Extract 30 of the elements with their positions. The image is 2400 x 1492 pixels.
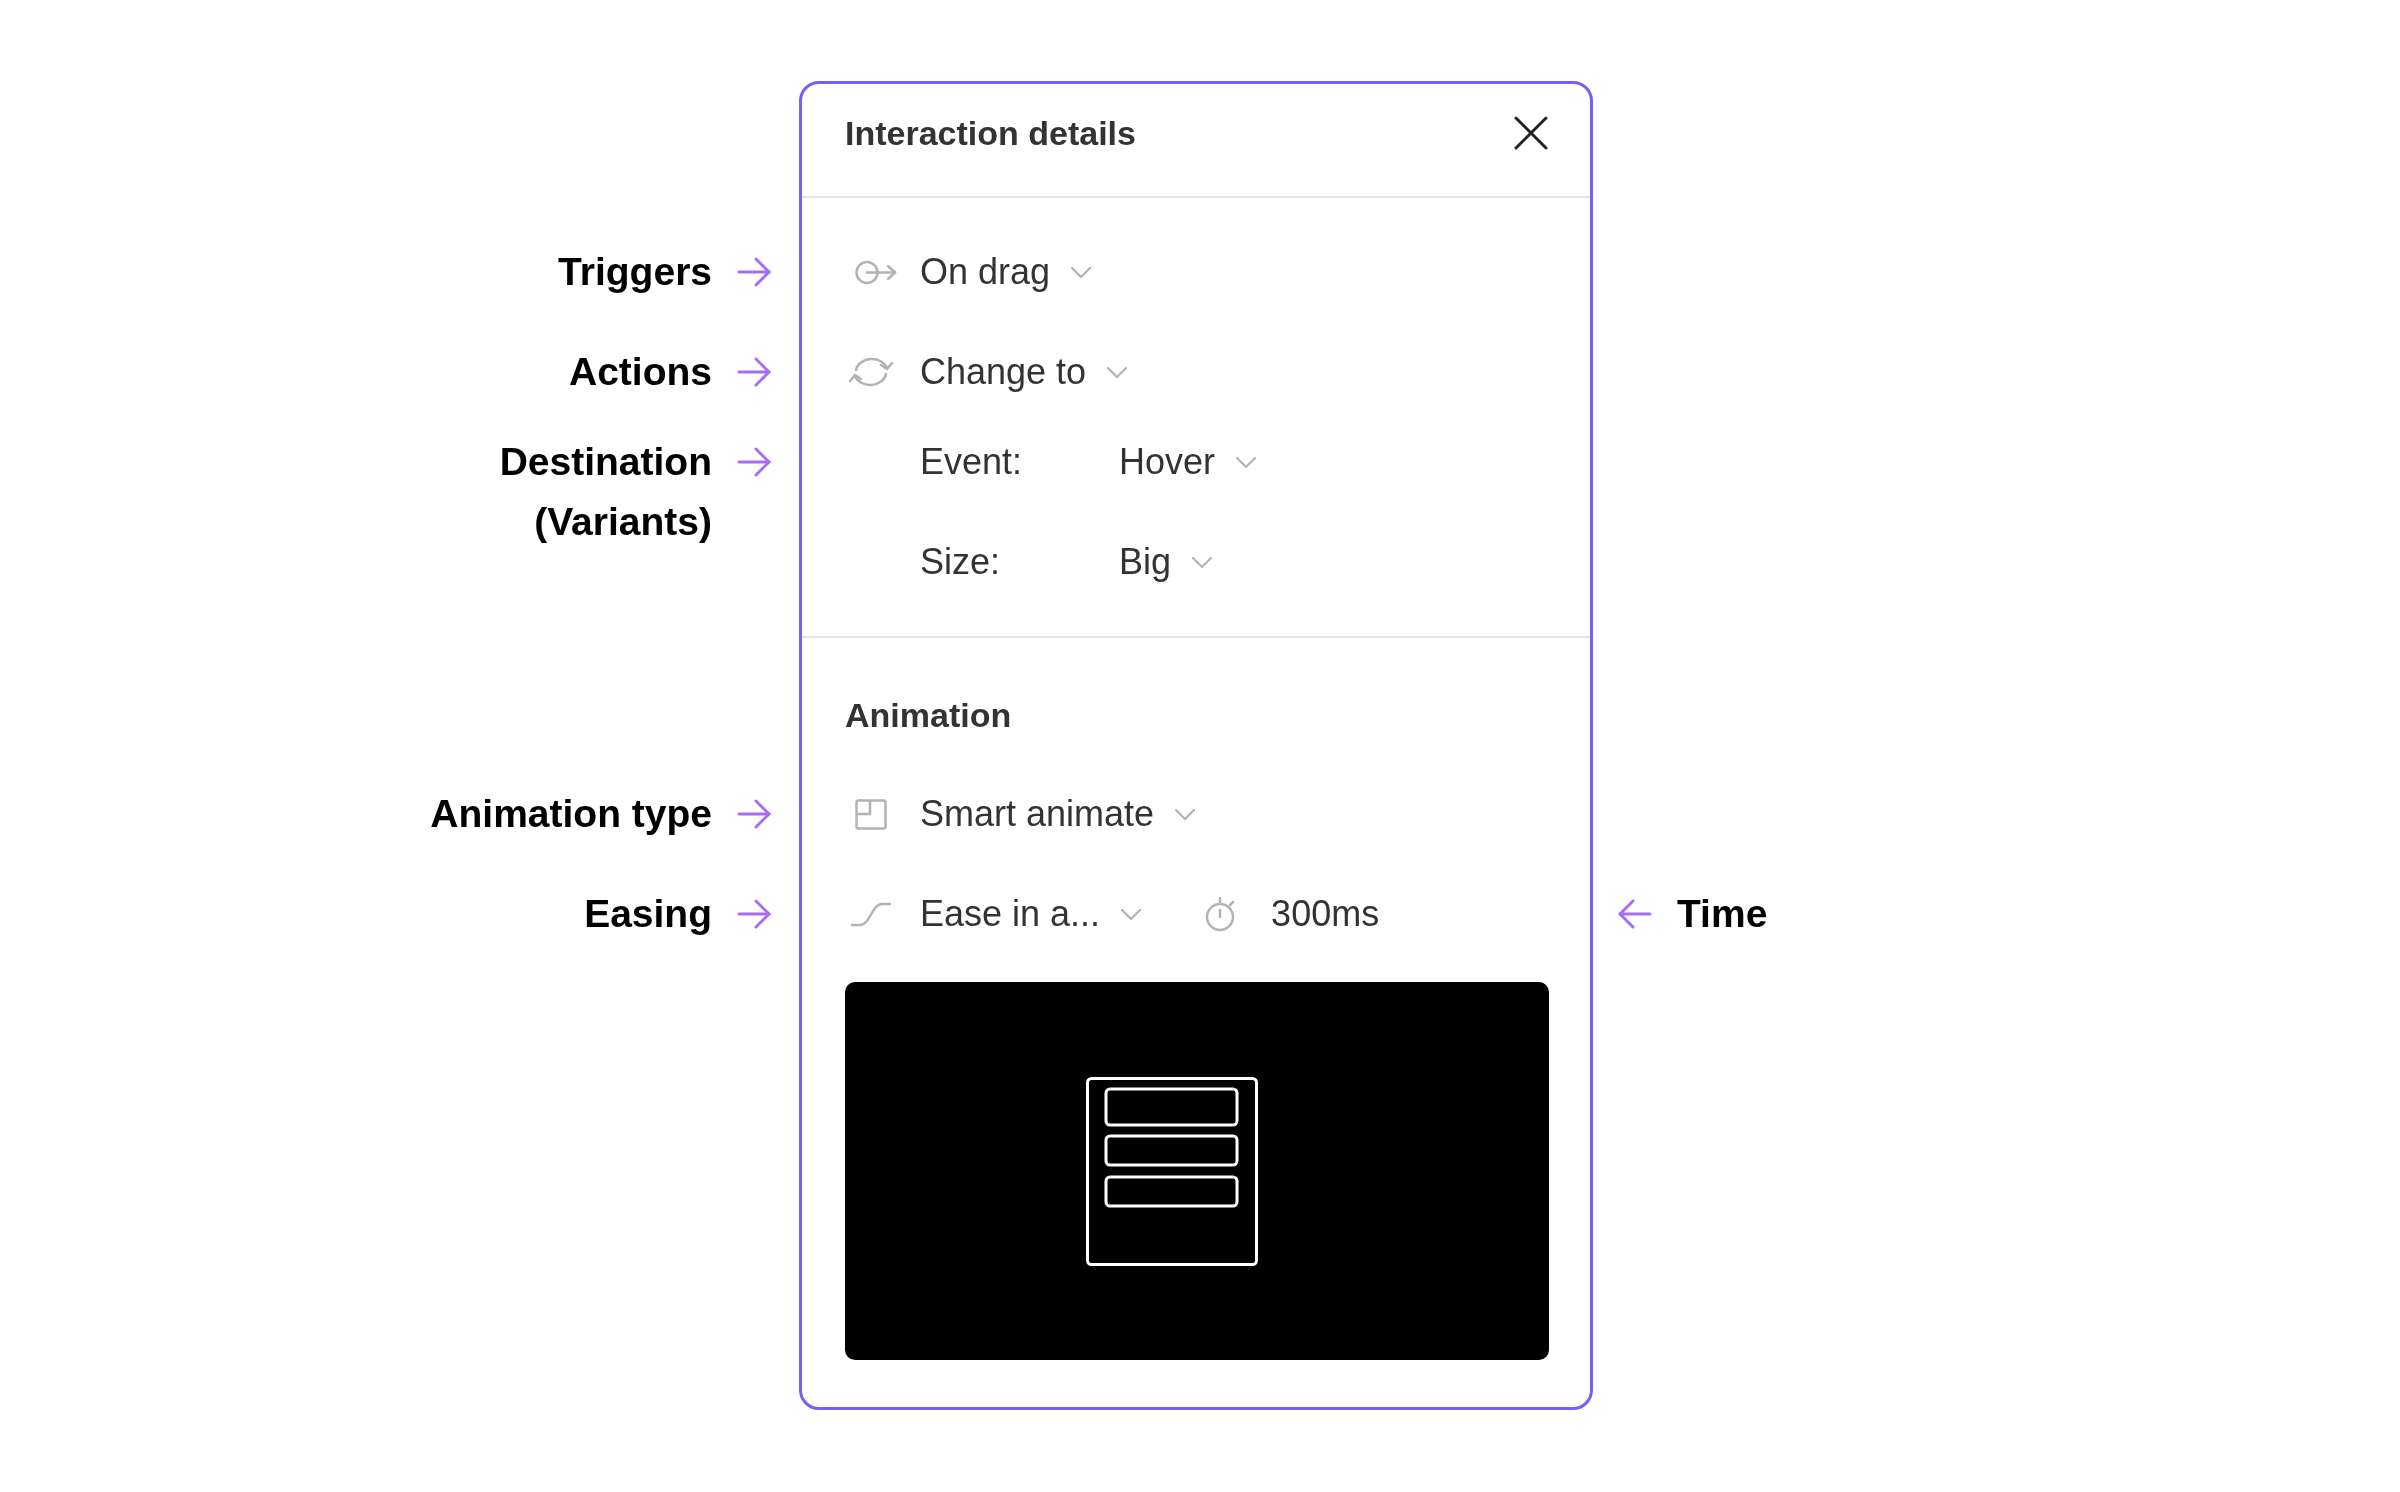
chevron-down-icon bbox=[1106, 365, 1129, 379]
property-label: Event: bbox=[920, 441, 1024, 483]
section-heading: Animation bbox=[845, 695, 1013, 735]
callout-label: Easing bbox=[584, 891, 712, 937]
curve-icon bbox=[850, 901, 892, 927]
chevron-down-icon bbox=[1070, 265, 1093, 279]
callout-label: Actions bbox=[569, 349, 712, 395]
callout-label: Destination (Variants) bbox=[498, 439, 712, 545]
callout-label: Time bbox=[1677, 891, 1768, 937]
easing-dropdown[interactable]: Ease in a... bbox=[920, 893, 1143, 935]
close-icon bbox=[1513, 115, 1549, 151]
chevron-down-icon bbox=[1120, 907, 1143, 921]
chevron-down-icon bbox=[1191, 555, 1214, 569]
square-corner-icon bbox=[855, 798, 887, 830]
property-dropdown[interactable]: Big bbox=[1119, 541, 1214, 583]
action-dropdown[interactable]: Change to bbox=[920, 351, 1129, 393]
stopwatch-icon bbox=[1204, 896, 1237, 932]
close-button[interactable] bbox=[1513, 115, 1549, 151]
circle-arrow-icon bbox=[855, 259, 897, 285]
callout-label: Animation type bbox=[430, 791, 712, 837]
cycle-arrows-icon bbox=[847, 355, 895, 389]
property-label: Size: bbox=[920, 541, 1002, 583]
property-dropdown[interactable]: Hover bbox=[1119, 441, 1258, 483]
trigger-dropdown[interactable]: On drag bbox=[920, 251, 1093, 293]
chevron-down-icon bbox=[1174, 807, 1197, 821]
callout-label: Triggers bbox=[558, 249, 712, 295]
animation-type-dropdown[interactable]: Smart animate bbox=[920, 793, 1197, 835]
duration-field[interactable]: 300ms bbox=[1271, 893, 1380, 935]
panel-title: Interaction details bbox=[845, 113, 1136, 153]
chevron-down-icon bbox=[1235, 455, 1258, 469]
